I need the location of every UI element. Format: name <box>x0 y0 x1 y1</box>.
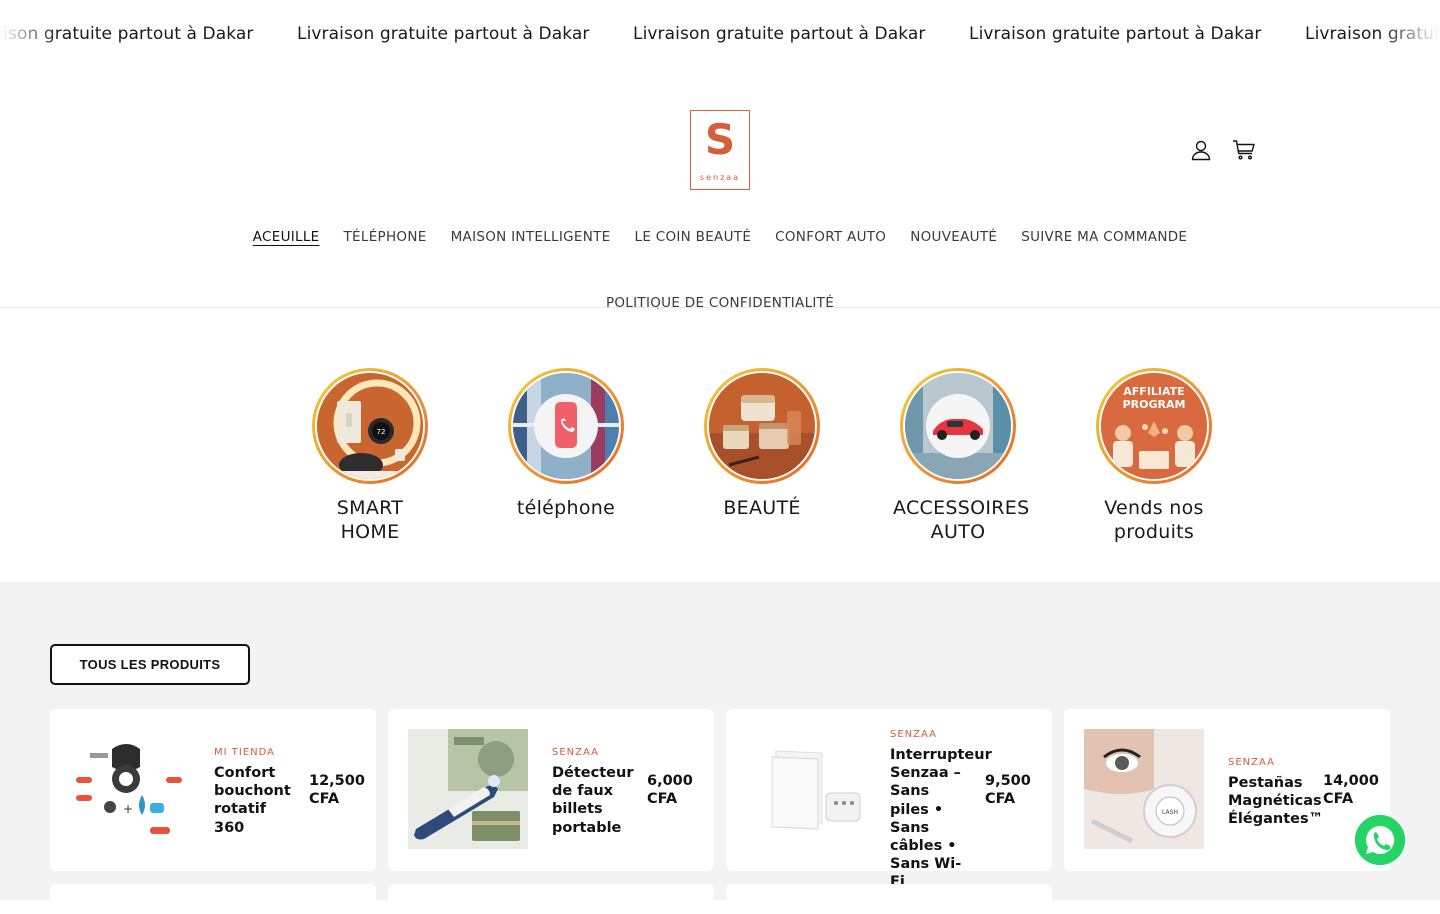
main-nav: ACEUILLE TÉLÉPHONE MAISON INTELLIGENTE L… <box>0 228 1440 312</box>
product-price: 14,000 CFA <box>1323 773 1379 807</box>
product-card-partial[interactable] <box>726 884 1052 914</box>
category-ring <box>900 368 1016 484</box>
smart-home-image: 72 <box>315 371 425 481</box>
product-card-partial[interactable] <box>388 884 714 914</box>
category-smart-home[interactable]: 72 SMART HOME <box>290 368 450 544</box>
nav-item-confort-auto[interactable]: CONFORT AUTO <box>775 228 886 246</box>
product-info: SENZAA Pestañas Magnéticas Élégantes™ <box>1228 757 1323 829</box>
announcement-bar: Livraison gratuite partout à Dakar Livra… <box>0 0 1440 70</box>
category-label: Vends nos produits <box>1104 497 1204 543</box>
category-accessoires-auto[interactable]: ACCESSOIRES AUTO <box>878 368 1038 544</box>
product-info: SENZAA Interrupteur Senzaa – Sans piles … <box>890 729 992 892</box>
category-label: BEAUTÉ <box>723 497 801 519</box>
beaute-image <box>707 371 817 481</box>
category-ring: AFFILIATE PROGRAM <box>1096 368 1212 484</box>
announcement-item: Livraison gratuite partout à Dakar <box>969 24 1262 44</box>
nav-item-suivre-commande[interactable]: SUIVRE MA COMMANDE <box>1021 228 1187 246</box>
product-card[interactable]: SENZAA Interrupteur Senzaa – Sans piles … <box>726 709 1052 890</box>
product-card[interactable]: SENZAA Détecteur de faux billets portabl… <box>388 709 714 871</box>
logo-letter: S <box>704 115 736 164</box>
product-image <box>746 729 866 849</box>
product-title[interactable]: Détecteur de faux billets portable <box>552 764 633 837</box>
product-vendor: MI TIENDA <box>214 747 275 758</box>
product-vendor: SENZAA <box>552 747 599 758</box>
product-info: SENZAA Détecteur de faux billets portabl… <box>552 747 633 837</box>
category-vends-nos-produits[interactable]: AFFILIATE PROGRAM Vends nos produits <box>1074 368 1234 544</box>
affiliate-badge-line1: AFFILIATE <box>1123 385 1184 398</box>
product-vendor: SENZAA <box>890 729 937 740</box>
product-card-partial[interactable] <box>50 884 376 914</box>
accessoires-auto-image <box>903 371 1013 481</box>
category-ring <box>704 368 820 484</box>
nav-item-politique-confidentialite[interactable]: POLITIQUE DE CONFIDENTIALITÉ <box>606 294 834 312</box>
account-icon[interactable] <box>1189 138 1213 162</box>
affiliate-program-image: AFFILIATE PROGRAM <box>1099 371 1209 481</box>
product-price: 9,500 CFA <box>985 773 1031 807</box>
all-products-button[interactable]: TOUS LES PRODUITS <box>50 644 250 685</box>
cart-icon[interactable] <box>1232 138 1256 162</box>
product-card[interactable]: LASH SENZAA Pestañas Magnéticas Élégante… <box>1064 709 1390 871</box>
site-logo[interactable]: S senzaa <box>690 110 750 190</box>
product-title[interactable]: Interrupteur Senzaa – Sans piles • Sans … <box>890 746 992 892</box>
product-image: + <box>70 729 190 849</box>
product-image <box>408 729 528 849</box>
nav-item-coin-beaute[interactable]: LE COIN BEAUTÉ <box>635 228 752 246</box>
svg-text:72: 72 <box>377 428 386 436</box>
announcement-item: Livraison gratuite partout à Dakar <box>633 24 926 44</box>
logo-wordmark: senzaa <box>699 173 741 182</box>
category-label: ACCESSOIRES AUTO <box>893 497 1030 543</box>
nav-item-telephone[interactable]: TÉLÉPHONE <box>344 228 427 246</box>
category-ring: 72 <box>312 368 428 484</box>
product-price: 6,000 CFA <box>647 773 693 807</box>
nav-item-maison-intelligente[interactable]: MAISON INTELLIGENTE <box>451 228 611 246</box>
product-info: MI TIENDA Confort bouchont rotatif 360 <box>214 747 294 837</box>
announcement-fade-left <box>0 0 60 70</box>
svg-text:+: + <box>123 802 133 816</box>
product-title[interactable]: Pestañas Magnéticas Élégantes™ <box>1228 774 1323 829</box>
nav-item-nouveaute[interactable]: NOUVEAUTÉ <box>910 228 997 246</box>
product-image: LASH <box>1084 729 1204 849</box>
announcement-item: Livraison gratuite partout à Dakar <box>297 24 590 44</box>
category-label: SMART HOME <box>336 497 404 543</box>
affiliate-badge-line2: PROGRAM <box>1123 398 1186 411</box>
product-title[interactable]: Confort bouchont rotatif 360 <box>214 764 294 837</box>
whatsapp-chat-button[interactable] <box>1355 815 1405 865</box>
category-ring <box>508 368 624 484</box>
header-divider <box>0 307 1440 308</box>
product-card[interactable]: + MI TIENDA Confort bouchont rotatif 360… <box>50 709 376 871</box>
product-price: 12,500 CFA <box>309 773 365 807</box>
telephone-image <box>511 371 621 481</box>
category-telephone[interactable]: téléphone <box>486 368 646 520</box>
whatsapp-icon <box>1355 815 1405 865</box>
announcement-track: Livraison gratuite partout à Dakar Livra… <box>0 24 1440 44</box>
svg-text:LASH: LASH <box>1162 809 1178 816</box>
nav-item-accueil[interactable]: ACEUILLE <box>253 228 320 246</box>
announcement-fade-right <box>1380 0 1440 70</box>
products-section: TOUS LES PRODUITS + MI TIENDA Confort bo… <box>0 582 1440 914</box>
product-vendor: SENZAA <box>1228 757 1275 768</box>
category-beaute[interactable]: BEAUTÉ <box>682 368 842 520</box>
category-label: téléphone <box>516 497 616 519</box>
